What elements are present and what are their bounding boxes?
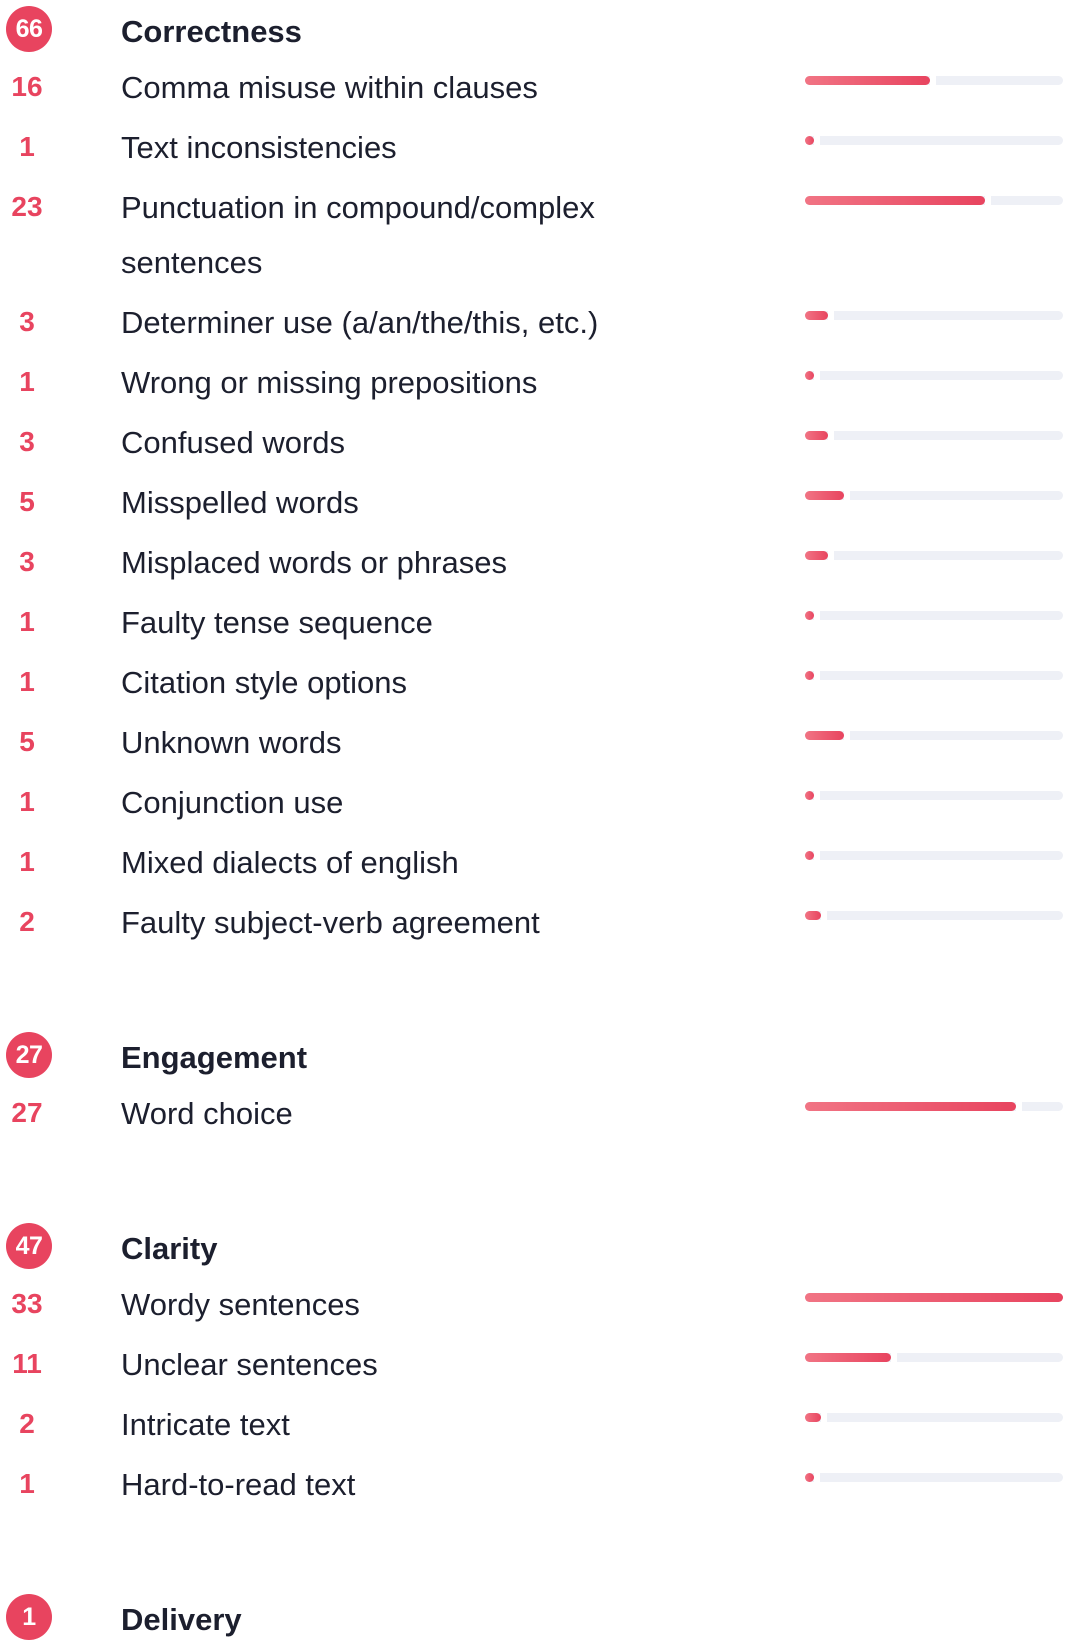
- issue-count: 27: [11, 1097, 43, 1128]
- issue-label: Text inconsistencies: [121, 130, 397, 165]
- issue-count: 33: [11, 1288, 43, 1319]
- issue-bar-track: [805, 371, 1063, 380]
- issue-bar-track: [805, 551, 1063, 560]
- issue-row[interactable]: 2 Faulty subject-verb agreement: [0, 904, 1071, 964]
- issue-label: Comma misuse within clauses: [121, 70, 538, 105]
- issue-bar-fill: [805, 371, 820, 380]
- issue-bar-fill: [805, 1293, 1069, 1302]
- issue-count: 5: [19, 726, 35, 757]
- issue-count: 23: [11, 191, 43, 222]
- issue-count: 1: [19, 846, 35, 877]
- issue-label: Wordy sentences: [121, 1287, 360, 1322]
- section-header: 47 Clarity: [0, 1223, 1071, 1273]
- issue-bar-fill: [805, 611, 820, 620]
- issue-label: Misspelled words: [121, 485, 359, 520]
- issue-bar-fill: [805, 1413, 827, 1422]
- section-title: Correctness: [121, 14, 302, 49]
- issue-count: 1: [19, 131, 35, 162]
- issue-count: 1: [19, 666, 35, 697]
- section-count-badge: 1: [6, 1594, 52, 1640]
- section-count-badge: 66: [6, 6, 52, 52]
- issue-bar-track: [805, 731, 1063, 740]
- section-title: Clarity: [121, 1231, 218, 1266]
- issue-count: 1: [19, 366, 35, 397]
- issue-label: Citation style options: [121, 665, 408, 700]
- issue-label: Misplaced words or phrases: [121, 545, 507, 580]
- issue-bar-fill: [805, 791, 820, 800]
- issue-label: Word choice: [121, 1096, 293, 1131]
- issue-bar-track: [805, 491, 1063, 500]
- issue-count: 11: [12, 1348, 42, 1379]
- section-header: 27 Engagement: [0, 1032, 1071, 1082]
- issue-label: Unclear sentences: [121, 1347, 378, 1382]
- issue-label: Wrong or missing prepositions: [121, 365, 538, 400]
- section-header: 1 Delivery: [0, 1594, 1071, 1644]
- issue-count: 3: [19, 426, 35, 457]
- issue-bar-fill: [805, 731, 850, 740]
- issue-label: Confused words: [121, 425, 346, 460]
- issue-bar-fill: [805, 136, 820, 145]
- issue-bar-track: [805, 1353, 1063, 1362]
- issue-count: 1: [19, 786, 35, 817]
- issue-bar-track: [805, 791, 1063, 800]
- issue-bar-track: [805, 311, 1063, 320]
- issue-count: 16: [11, 71, 43, 102]
- issue-bar-fill: [805, 1102, 1022, 1111]
- issue-bar-fill: [805, 911, 827, 920]
- issue-bar-track: [805, 196, 1063, 205]
- issue-bar-fill: [805, 551, 834, 560]
- issue-count: 1: [19, 1468, 35, 1499]
- issue-count: 2: [19, 906, 35, 937]
- issue-bar-fill: [805, 196, 991, 205]
- issue-bar-track: [805, 671, 1063, 680]
- issue-bar-track: [805, 76, 1063, 85]
- issue-count: 1: [19, 606, 35, 637]
- issue-bar-track: [805, 1102, 1063, 1111]
- issue-bar-fill: [805, 311, 834, 320]
- issue-label: Mixed dialects of english: [121, 845, 459, 880]
- issue-bar-track: [805, 431, 1063, 440]
- issue-bar-track: [805, 1473, 1063, 1482]
- issue-bar-track: [805, 911, 1063, 920]
- issue-label: Intricate text: [121, 1407, 290, 1442]
- issue-report: 66 Correctness 16 Comma misuse within claus…: [0, 0, 1071, 1640]
- issue-label: Faulty subject-verb agreement: [121, 905, 540, 940]
- issue-bar-track: [805, 1293, 1069, 1302]
- section-count-badge: 27: [6, 1032, 52, 1078]
- issue-label: Unknown words: [121, 725, 342, 760]
- issue-row[interactable]: 23 Punctuation in compound/complex senten…: [0, 189, 1071, 304]
- issue-label: Determiner use (a/an/the/this, etc.): [121, 305, 599, 340]
- issue-row[interactable]: 27 Word choice: [0, 1095, 1071, 1155]
- issue-bar-track: [805, 851, 1063, 860]
- issue-bar-fill: [805, 671, 820, 680]
- issue-bar-track: [805, 1413, 1063, 1422]
- issue-label: Conjunction use: [121, 785, 344, 820]
- issue-count: 5: [19, 486, 35, 517]
- issue-label: Punctuation in compound/complex sentence…: [121, 190, 595, 280]
- issue-bar-track: [805, 611, 1063, 620]
- issue-count: 3: [19, 546, 35, 577]
- issue-label: Faulty tense sequence: [121, 605, 433, 640]
- issue-label: Hard-to-read text: [121, 1467, 356, 1502]
- issue-bar-fill: [805, 1473, 820, 1482]
- issue-bar-fill: [805, 1353, 897, 1362]
- issue-bar-fill: [805, 851, 820, 860]
- issue-count: 3: [19, 306, 35, 337]
- issue-bar-fill: [805, 76, 936, 85]
- issue-bar-track: [805, 136, 1063, 145]
- issue-row[interactable]: 1 Hard-to-read text: [0, 1466, 1071, 1526]
- section-count-badge: 47: [6, 1223, 52, 1269]
- issue-bar-fill: [805, 491, 850, 500]
- issue-count: 2: [19, 1408, 35, 1439]
- section-header: 66 Correctness: [0, 6, 1071, 56]
- section-title: Delivery: [121, 1602, 242, 1637]
- section-title: Engagement: [121, 1040, 308, 1075]
- issue-bar-fill: [805, 431, 834, 440]
